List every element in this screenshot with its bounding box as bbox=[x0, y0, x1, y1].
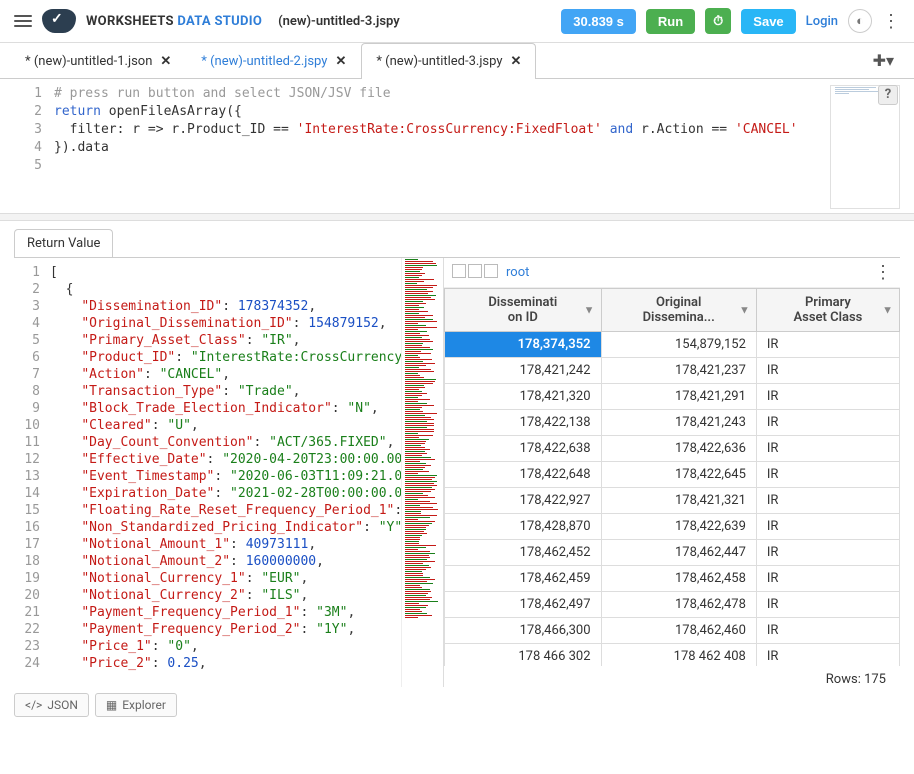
pane-divider[interactable] bbox=[0, 213, 914, 221]
file-tab[interactable]: * (new)-untitled-3.jspy ✕ bbox=[361, 43, 536, 79]
table-row[interactable]: 178,466,300178,462,460IR bbox=[445, 618, 900, 644]
close-tab-icon[interactable]: ✕ bbox=[160, 54, 171, 69]
run-dropdown-button[interactable]: ⏱ bbox=[705, 8, 731, 34]
table-row[interactable]: 178,422,138178,421,243IR bbox=[445, 410, 900, 436]
table-row[interactable]: 178,422,638178,422,636IR bbox=[445, 436, 900, 462]
json-minimap[interactable] bbox=[401, 258, 443, 687]
breadcrumb-root[interactable]: root bbox=[506, 265, 529, 280]
filter-icon[interactable]: ▼ bbox=[739, 304, 750, 317]
table-row[interactable]: 178,462,497178,462,478IR bbox=[445, 592, 900, 618]
table-row[interactable]: 178,374,352154,879,152IR bbox=[445, 332, 900, 358]
explorer-tab-button[interactable]: ▦ Explorer bbox=[95, 693, 177, 717]
login-link[interactable]: Login bbox=[806, 14, 838, 29]
table-row[interactable]: 178,421,242178,421,237IR bbox=[445, 358, 900, 384]
file-tabs: * (new)-untitled-1.json ✕* (new)-untitle… bbox=[0, 43, 914, 79]
menu-icon[interactable] bbox=[14, 15, 32, 27]
table-row[interactable]: 178,462,459178,462,458IR bbox=[445, 566, 900, 592]
table-menu-icon[interactable]: ⋮ bbox=[874, 262, 892, 283]
help-icon[interactable]: ? bbox=[878, 85, 898, 105]
more-menu-icon[interactable]: ⋮ bbox=[882, 11, 900, 32]
close-tab-icon[interactable]: ✕ bbox=[335, 54, 346, 69]
close-tab-icon[interactable]: ✕ bbox=[511, 54, 522, 69]
view-mode-icons[interactable] bbox=[452, 264, 500, 282]
save-button[interactable]: Save bbox=[741, 9, 795, 34]
table-row[interactable]: 178 466 302178 462 408IR bbox=[445, 644, 900, 667]
table-row[interactable]: 178,462,452178,462,447IR bbox=[445, 540, 900, 566]
column-header[interactable]: OriginalDissemina...▼ bbox=[601, 289, 756, 332]
elapsed-time-button[interactable]: 30.839 s bbox=[561, 9, 636, 34]
code-editor[interactable]: 12345 # press run button and select JSON… bbox=[0, 79, 914, 209]
file-title: (new)-untitled-3.jspy bbox=[278, 14, 400, 29]
filter-icon[interactable]: ▼ bbox=[882, 304, 893, 317]
data-table: Dissemination ID▼OriginalDissemina...▼Pr… bbox=[444, 288, 900, 666]
filter-icon[interactable]: ▼ bbox=[584, 304, 595, 317]
table-row[interactable]: 178,422,927178,421,321IR bbox=[445, 488, 900, 514]
table-row[interactable]: 178,421,320178,421,291IR bbox=[445, 384, 900, 410]
file-tab[interactable]: * (new)-untitled-1.json ✕ bbox=[10, 43, 186, 79]
return-value-tab[interactable]: Return Value bbox=[14, 229, 113, 257]
new-tab-button[interactable]: ✚▾ bbox=[863, 43, 904, 78]
json-viewer[interactable]: 123456789101112131415161718192021222324 … bbox=[14, 258, 444, 687]
breadcrumb: root ⋮ bbox=[444, 258, 900, 288]
table-row[interactable]: 178,428,870178,422,639IR bbox=[445, 514, 900, 540]
column-header[interactable]: Dissemination ID▼ bbox=[445, 289, 602, 332]
rows-count: Rows: 175 bbox=[444, 666, 900, 687]
app-logo bbox=[42, 9, 76, 33]
app-brand: WORKSHEETS DATA STUDIO bbox=[86, 14, 262, 29]
theme-toggle-icon[interactable]: ◐ bbox=[848, 9, 872, 33]
json-tab-button[interactable]: </> JSON bbox=[14, 693, 89, 717]
file-tab[interactable]: * (new)-untitled-2.jspy ✕ bbox=[186, 43, 361, 79]
table-row[interactable]: 178,422,648178,422,645IR bbox=[445, 462, 900, 488]
column-header[interactable]: PrimaryAsset Class▼ bbox=[756, 289, 899, 332]
run-button[interactable]: Run bbox=[646, 9, 695, 34]
